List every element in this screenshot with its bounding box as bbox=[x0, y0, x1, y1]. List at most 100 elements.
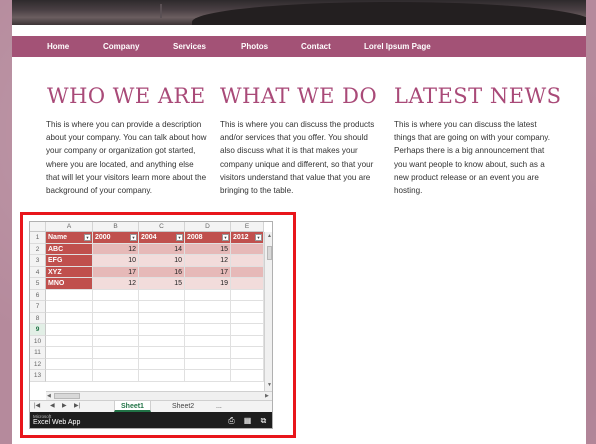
row-header-6[interactable]: 6 bbox=[30, 289, 46, 301]
horizontal-scrollbar[interactable]: ◀ ▶ bbox=[46, 391, 272, 400]
name-cell[interactable]: XYZ bbox=[46, 266, 93, 278]
cell[interactable] bbox=[93, 324, 139, 336]
cell[interactable] bbox=[93, 312, 139, 324]
nav-contact[interactable]: Contact bbox=[301, 42, 331, 51]
row-header-2[interactable]: 2 bbox=[30, 243, 46, 255]
cell[interactable] bbox=[46, 370, 93, 382]
value-cell[interactable] bbox=[231, 243, 264, 255]
value-cell[interactable]: 14 bbox=[139, 243, 185, 255]
name-cell[interactable]: EFG bbox=[46, 255, 93, 267]
select-all-corner[interactable] bbox=[30, 222, 46, 232]
next-sheet-icon[interactable]: ▶ bbox=[62, 402, 67, 409]
cell[interactable] bbox=[93, 301, 139, 313]
row-header-13[interactable]: 13 bbox=[30, 370, 46, 382]
row-header-9[interactable]: 9 bbox=[30, 324, 46, 336]
value-cell[interactable]: 12 bbox=[93, 243, 139, 255]
first-sheet-icon[interactable]: |◀ bbox=[34, 402, 40, 409]
filter-dropdown-icon[interactable]: ▼ bbox=[176, 234, 183, 241]
row-header-10[interactable]: 10 bbox=[30, 335, 46, 347]
column-header-e[interactable]: E bbox=[231, 222, 264, 232]
cell[interactable] bbox=[139, 312, 185, 324]
cell[interactable] bbox=[231, 347, 264, 359]
value-cell[interactable] bbox=[231, 255, 264, 267]
scroll-right-icon[interactable]: ▶ bbox=[265, 393, 269, 399]
nav-company[interactable]: Company bbox=[103, 42, 139, 51]
column-header-b[interactable]: B bbox=[93, 222, 139, 232]
cell[interactable] bbox=[139, 347, 185, 359]
cell[interactable] bbox=[46, 358, 93, 370]
cell[interactable] bbox=[185, 358, 231, 370]
row-header-1[interactable]: 1 bbox=[30, 232, 46, 244]
last-sheet-icon[interactable]: ▶| bbox=[74, 402, 80, 409]
cell[interactable] bbox=[139, 370, 185, 382]
value-cell[interactable]: 16 bbox=[139, 266, 185, 278]
value-cell[interactable]: 17 bbox=[185, 266, 231, 278]
cell[interactable] bbox=[231, 301, 264, 313]
cell[interactable] bbox=[185, 335, 231, 347]
row-header-8[interactable]: 8 bbox=[30, 312, 46, 324]
vertical-scroll-thumb[interactable] bbox=[267, 246, 272, 260]
cell[interactable] bbox=[231, 289, 264, 301]
value-cell[interactable]: 15 bbox=[185, 243, 231, 255]
cell[interactable] bbox=[46, 324, 93, 336]
nav-services[interactable]: Services bbox=[173, 42, 206, 51]
cell[interactable] bbox=[46, 289, 93, 301]
value-cell[interactable]: 12 bbox=[185, 255, 231, 267]
horizontal-scroll-thumb[interactable] bbox=[54, 393, 80, 399]
cell[interactable] bbox=[231, 358, 264, 370]
column-header-d[interactable]: D bbox=[185, 222, 231, 232]
cell[interactable] bbox=[231, 312, 264, 324]
value-cell[interactable]: 10 bbox=[93, 255, 139, 267]
cell[interactable] bbox=[139, 289, 185, 301]
spreadsheet-grid[interactable]: A B C D E 1 Name ▼ 2000 ▼ 2004 ▼ 2008 ▼ 2012 ▼ 2 ABC 12 14 1… bbox=[30, 222, 264, 391]
cell[interactable] bbox=[46, 312, 93, 324]
nav-home[interactable]: Home bbox=[47, 42, 69, 51]
download-icon[interactable]: ⎙ bbox=[227, 416, 236, 425]
cell[interactable] bbox=[231, 335, 264, 347]
more-sheets-button[interactable]: ... bbox=[210, 401, 228, 412]
cell[interactable] bbox=[185, 347, 231, 359]
cell[interactable] bbox=[231, 370, 264, 382]
table-header-cell[interactable]: Name ▼ bbox=[46, 232, 93, 244]
cell[interactable] bbox=[185, 301, 231, 313]
cell[interactable] bbox=[139, 324, 185, 336]
prev-sheet-icon[interactable]: ◀ bbox=[50, 402, 55, 409]
scroll-left-icon[interactable]: ◀ bbox=[47, 393, 51, 399]
cell[interactable] bbox=[46, 335, 93, 347]
cell[interactable] bbox=[46, 347, 93, 359]
fullscreen-icon[interactable]: ⧉ bbox=[259, 416, 268, 425]
row-header-11[interactable]: 11 bbox=[30, 347, 46, 359]
cell[interactable] bbox=[139, 301, 185, 313]
grid-view-icon[interactable]: ▦ bbox=[243, 416, 252, 425]
vertical-scrollbar[interactable]: ▲ ▼ bbox=[264, 232, 272, 391]
cell[interactable] bbox=[185, 312, 231, 324]
row-header-5[interactable]: 5 bbox=[30, 278, 46, 290]
table-header-cell[interactable]: 2004 ▼ bbox=[139, 232, 185, 244]
nav-lorel-ipsum-page[interactable]: Lorel Ipsum Page bbox=[364, 42, 431, 51]
column-header-c[interactable]: C bbox=[139, 222, 185, 232]
filter-dropdown-icon[interactable]: ▼ bbox=[222, 234, 229, 241]
row-header-4[interactable]: 4 bbox=[30, 266, 46, 278]
column-header-a[interactable]: A bbox=[46, 222, 93, 232]
cell[interactable] bbox=[185, 370, 231, 382]
cell[interactable] bbox=[46, 301, 93, 313]
cell[interactable] bbox=[185, 324, 231, 336]
value-cell[interactable]: 12 bbox=[93, 278, 139, 290]
value-cell[interactable] bbox=[231, 278, 264, 290]
name-cell[interactable]: ABC bbox=[46, 243, 93, 255]
scroll-down-icon[interactable]: ▼ bbox=[267, 382, 272, 388]
cell[interactable] bbox=[93, 347, 139, 359]
cell[interactable] bbox=[185, 289, 231, 301]
filter-dropdown-icon[interactable]: ▼ bbox=[84, 234, 91, 241]
cell[interactable] bbox=[231, 324, 264, 336]
value-cell[interactable]: 15 bbox=[139, 278, 185, 290]
value-cell[interactable]: 10 bbox=[139, 255, 185, 267]
cell[interactable] bbox=[93, 335, 139, 347]
cell[interactable] bbox=[139, 335, 185, 347]
value-cell[interactable]: 17 bbox=[93, 266, 139, 278]
table-header-cell[interactable]: 2008 ▼ bbox=[185, 232, 231, 244]
tab-sheet2[interactable]: Sheet2 bbox=[166, 401, 200, 412]
table-header-cell[interactable]: 2012 ▼ bbox=[231, 232, 264, 244]
row-header-12[interactable]: 12 bbox=[30, 358, 46, 370]
cell[interactable] bbox=[93, 370, 139, 382]
